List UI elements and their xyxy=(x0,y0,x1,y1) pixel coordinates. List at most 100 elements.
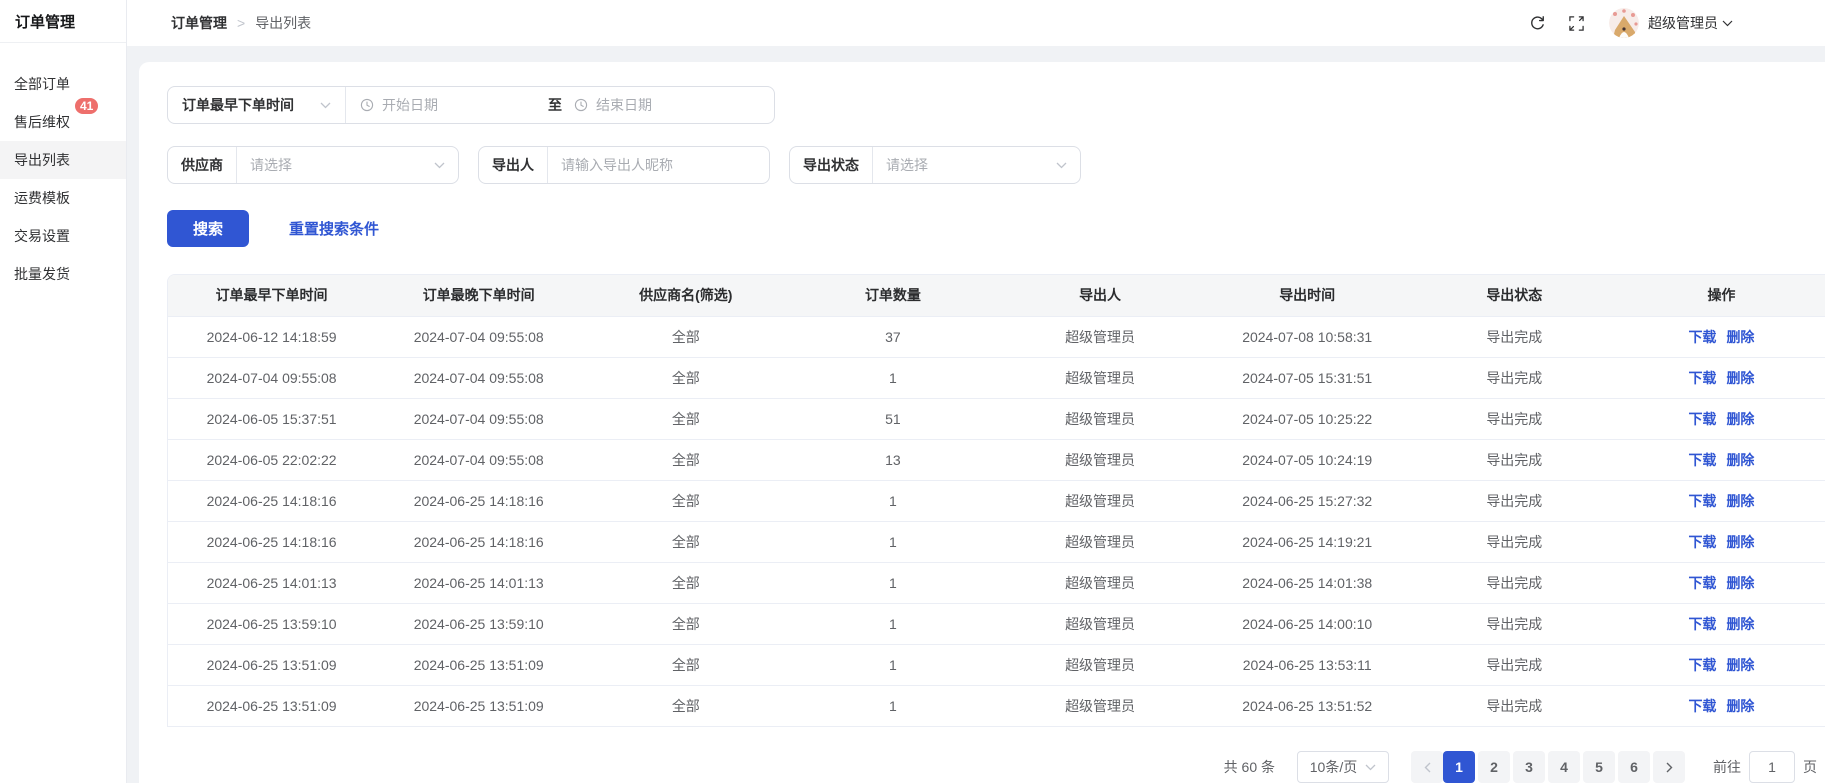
table-cell: 全部 xyxy=(582,685,789,726)
actions-cell: 下载删除 xyxy=(1618,398,1825,439)
filter-row: 供应商 请选择 导出人 导出状态 请选择 xyxy=(167,146,1825,184)
clock-icon xyxy=(360,98,374,112)
page-button-3[interactable]: 3 xyxy=(1513,751,1545,783)
table-cell: 2024-06-25 13:51:09 xyxy=(375,685,582,726)
topbar: 订单管理 > 导出列表 xyxy=(127,0,1825,46)
page-size-select[interactable]: 10条/页 xyxy=(1297,751,1389,783)
table-row: 2024-06-25 13:59:102024-06-25 13:59:10全部… xyxy=(168,603,1825,644)
start-date-field[interactable]: 开始日期 xyxy=(360,95,546,115)
delete-link[interactable]: 删除 xyxy=(1726,616,1754,632)
page-button-2[interactable]: 2 xyxy=(1478,751,1510,783)
table-cell: 1 xyxy=(789,562,996,603)
refresh-icon[interactable] xyxy=(1529,15,1546,32)
table-cell: 2024-06-25 13:51:52 xyxy=(1204,685,1411,726)
table-cell: 2024-06-25 14:01:38 xyxy=(1204,562,1411,603)
search-button[interactable]: 搜索 xyxy=(167,210,249,247)
exporter-filter-group: 导出人 xyxy=(478,146,770,184)
table-row: 2024-06-25 13:51:092024-06-25 13:51:09全部… xyxy=(168,685,1825,726)
goto-page-input[interactable] xyxy=(1749,751,1795,783)
reset-filters-link[interactable]: 重置搜索条件 xyxy=(289,218,379,239)
exporter-input[interactable] xyxy=(561,157,756,173)
actions-cell: 下载删除 xyxy=(1618,439,1825,480)
date-range-picker[interactable]: 开始日期 至 结束日期 xyxy=(346,87,774,123)
actions-cell: 下载删除 xyxy=(1618,316,1825,357)
table-cell: 超级管理员 xyxy=(997,357,1204,398)
delete-link[interactable]: 删除 xyxy=(1726,411,1754,427)
chevron-down-icon[interactable] xyxy=(1722,20,1733,27)
table-row: 2024-06-25 14:18:162024-06-25 14:18:16全部… xyxy=(168,480,1825,521)
user-avatar[interactable] xyxy=(1609,8,1639,38)
table-cell: 37 xyxy=(789,316,996,357)
table-cell: 导出完成 xyxy=(1411,398,1618,439)
fullscreen-icon[interactable] xyxy=(1568,15,1585,32)
supplier-placeholder: 请选择 xyxy=(250,155,292,175)
next-page-button[interactable] xyxy=(1653,751,1685,783)
download-link[interactable]: 下载 xyxy=(1688,370,1716,386)
table-cell: 导出完成 xyxy=(1411,685,1618,726)
column-header: 导出人 xyxy=(997,275,1204,316)
delete-link[interactable]: 删除 xyxy=(1726,534,1754,550)
end-date-field[interactable]: 结束日期 xyxy=(574,95,760,115)
actions-cell: 下载删除 xyxy=(1618,357,1825,398)
sidebar-item-3[interactable]: 导出列表 xyxy=(0,141,126,179)
table-cell: 全部 xyxy=(582,398,789,439)
pagination: 共 60 条 10条/页 123456 前往 页 xyxy=(167,751,1825,783)
delete-link[interactable]: 删除 xyxy=(1726,493,1754,509)
table-cell: 1 xyxy=(789,480,996,521)
export-status-select[interactable]: 请选择 xyxy=(873,155,1080,175)
table-cell: 2024-06-25 14:18:16 xyxy=(375,521,582,562)
delete-link[interactable]: 删除 xyxy=(1726,329,1754,345)
page-button-6[interactable]: 6 xyxy=(1618,751,1650,783)
table-cell: 全部 xyxy=(582,521,789,562)
sidebar: 订单管理 全部订单 售后维权 41 导出列表 运费模板 交易设置 批量发货 xyxy=(0,0,127,783)
topbar-actions: 超级管理员 xyxy=(1507,8,1733,38)
table-cell: 51 xyxy=(789,398,996,439)
clock-icon xyxy=(574,98,588,112)
table-cell: 超级管理员 xyxy=(997,439,1204,480)
download-link[interactable]: 下载 xyxy=(1688,657,1716,673)
table-cell: 2024-06-25 15:27:32 xyxy=(1204,480,1411,521)
table-cell: 2024-07-04 09:55:08 xyxy=(375,439,582,480)
actions-cell: 下载删除 xyxy=(1618,685,1825,726)
table-row: 2024-06-12 14:18:592024-07-04 09:55:08全部… xyxy=(168,316,1825,357)
download-link[interactable]: 下载 xyxy=(1688,616,1716,632)
time-type-select[interactable]: 订单最早下单时间 xyxy=(168,87,346,123)
table-row: 2024-07-04 09:55:082024-07-04 09:55:08全部… xyxy=(168,357,1825,398)
sidebar-item-4[interactable]: 运费模板 xyxy=(0,179,126,217)
sidebar-item-2[interactable]: 售后维权 41 xyxy=(0,103,126,141)
page-button-4[interactable]: 4 xyxy=(1548,751,1580,783)
chevron-down-icon xyxy=(1056,162,1067,169)
sidebar-item-6[interactable]: 批量发货 xyxy=(0,255,126,293)
delete-link[interactable]: 删除 xyxy=(1726,698,1754,714)
notification-badge: 41 xyxy=(73,96,100,116)
page-button-5[interactable]: 5 xyxy=(1583,751,1615,783)
sidebar-item-5[interactable]: 交易设置 xyxy=(0,217,126,255)
delete-link[interactable]: 删除 xyxy=(1726,657,1754,673)
download-link[interactable]: 下载 xyxy=(1688,411,1716,427)
download-link[interactable]: 下载 xyxy=(1688,452,1716,468)
delete-link[interactable]: 删除 xyxy=(1726,575,1754,591)
delete-link[interactable]: 删除 xyxy=(1726,370,1754,386)
download-link[interactable]: 下载 xyxy=(1688,534,1716,550)
chevron-left-icon xyxy=(1424,762,1431,773)
user-name[interactable]: 超级管理员 xyxy=(1648,13,1718,33)
export-status-filter-group: 导出状态 请选择 xyxy=(789,146,1081,184)
download-link[interactable]: 下载 xyxy=(1688,493,1716,509)
sidebar-item-label: 批量发货 xyxy=(14,264,70,284)
table-cell: 全部 xyxy=(582,562,789,603)
exporter-input-wrap xyxy=(548,157,769,173)
supplier-select[interactable]: 请选择 xyxy=(237,155,458,175)
actions-cell: 下载删除 xyxy=(1618,644,1825,685)
download-link[interactable]: 下载 xyxy=(1688,698,1716,714)
export-status-placeholder: 请选择 xyxy=(886,155,928,175)
prev-page-button[interactable] xyxy=(1411,751,1443,783)
sidebar-item-1[interactable]: 全部订单 xyxy=(0,65,126,103)
delete-link[interactable]: 删除 xyxy=(1726,452,1754,468)
page-button-1[interactable]: 1 xyxy=(1443,751,1475,783)
download-link[interactable]: 下载 xyxy=(1688,329,1716,345)
table-cell: 2024-06-12 14:18:59 xyxy=(168,316,375,357)
table-cell: 1 xyxy=(789,357,996,398)
column-header: 订单最晚下单时间 xyxy=(375,275,582,316)
download-link[interactable]: 下载 xyxy=(1688,575,1716,591)
breadcrumb-item-orders[interactable]: 订单管理 xyxy=(171,13,227,33)
